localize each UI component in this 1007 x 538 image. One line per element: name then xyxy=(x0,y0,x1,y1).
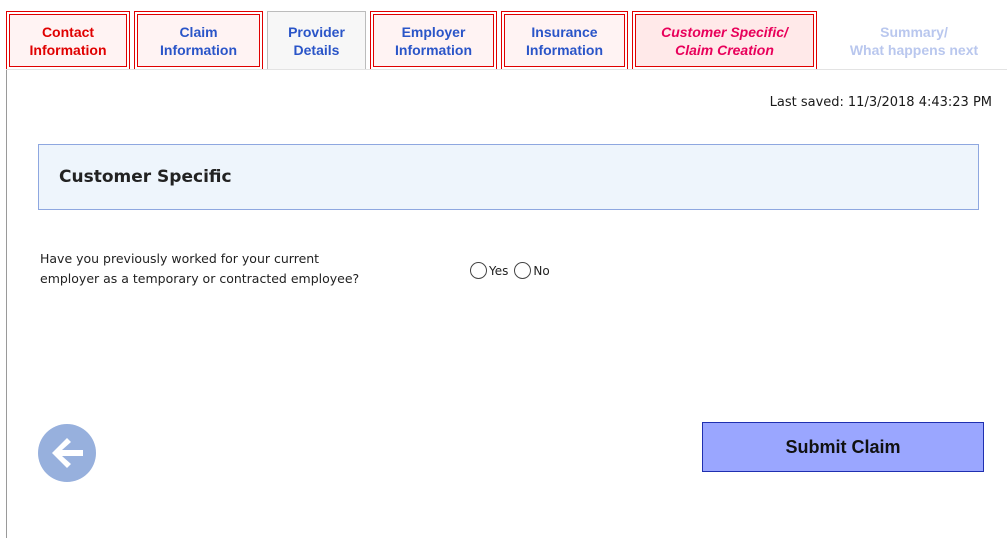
radio-option-no[interactable]: No xyxy=(514,262,550,279)
claim-form-page: Contact Information Claim Information Pr… xyxy=(0,0,1007,538)
frame-left-border xyxy=(6,62,7,538)
tab-label: Customer Specific/ Claim Creation xyxy=(661,23,788,58)
last-saved-value: 11/3/2018 4:43:23 PM xyxy=(847,95,992,110)
tab-label: Insurance Information xyxy=(526,23,603,58)
tab-provider-details[interactable]: Provider Details xyxy=(267,11,366,70)
progress-tabs: Contact Information Claim Information Pr… xyxy=(0,8,1007,70)
tab-claim-information[interactable]: Claim Information xyxy=(134,11,263,70)
tabs-divider xyxy=(6,69,1007,70)
employment-radio-group: Yes No xyxy=(470,262,550,279)
section-title: Customer Specific xyxy=(59,167,232,187)
last-saved-label: Last saved: xyxy=(769,95,844,110)
radio-yes-circle[interactable] xyxy=(470,262,487,279)
last-saved-status: Last saved: 11/3/2018 4:43:23 PM xyxy=(770,95,992,110)
radio-no-label[interactable]: No xyxy=(533,264,549,278)
tab-customer-specific[interactable]: Customer Specific/ Claim Creation xyxy=(632,11,817,70)
radio-no-circle[interactable] xyxy=(514,262,532,279)
question-text: Have you previously worked for your curr… xyxy=(40,251,360,286)
tab-label: Employer Information xyxy=(395,23,472,58)
tab-label: Provider Details xyxy=(288,23,345,58)
tab-label: Summary/ What happens next xyxy=(849,23,979,58)
tab-contact-information[interactable]: Contact Information xyxy=(6,11,130,70)
tab-employer-information[interactable]: Employer Information xyxy=(370,11,497,70)
left-arrow-icon xyxy=(52,438,83,468)
section-header: Customer Specific xyxy=(38,144,979,210)
tab-summary: Summary/ What happens next xyxy=(821,11,1007,70)
back-button[interactable] xyxy=(38,424,96,482)
tab-label: Claim Information xyxy=(160,23,237,58)
tab-label: Contact Information xyxy=(29,23,107,58)
radio-option-yes[interactable]: Yes xyxy=(470,262,508,279)
submit-claim-button[interactable]: Submit Claim xyxy=(702,422,984,472)
radio-yes-label[interactable]: Yes xyxy=(489,264,508,278)
tab-insurance-information[interactable]: Insurance Information xyxy=(501,11,628,70)
